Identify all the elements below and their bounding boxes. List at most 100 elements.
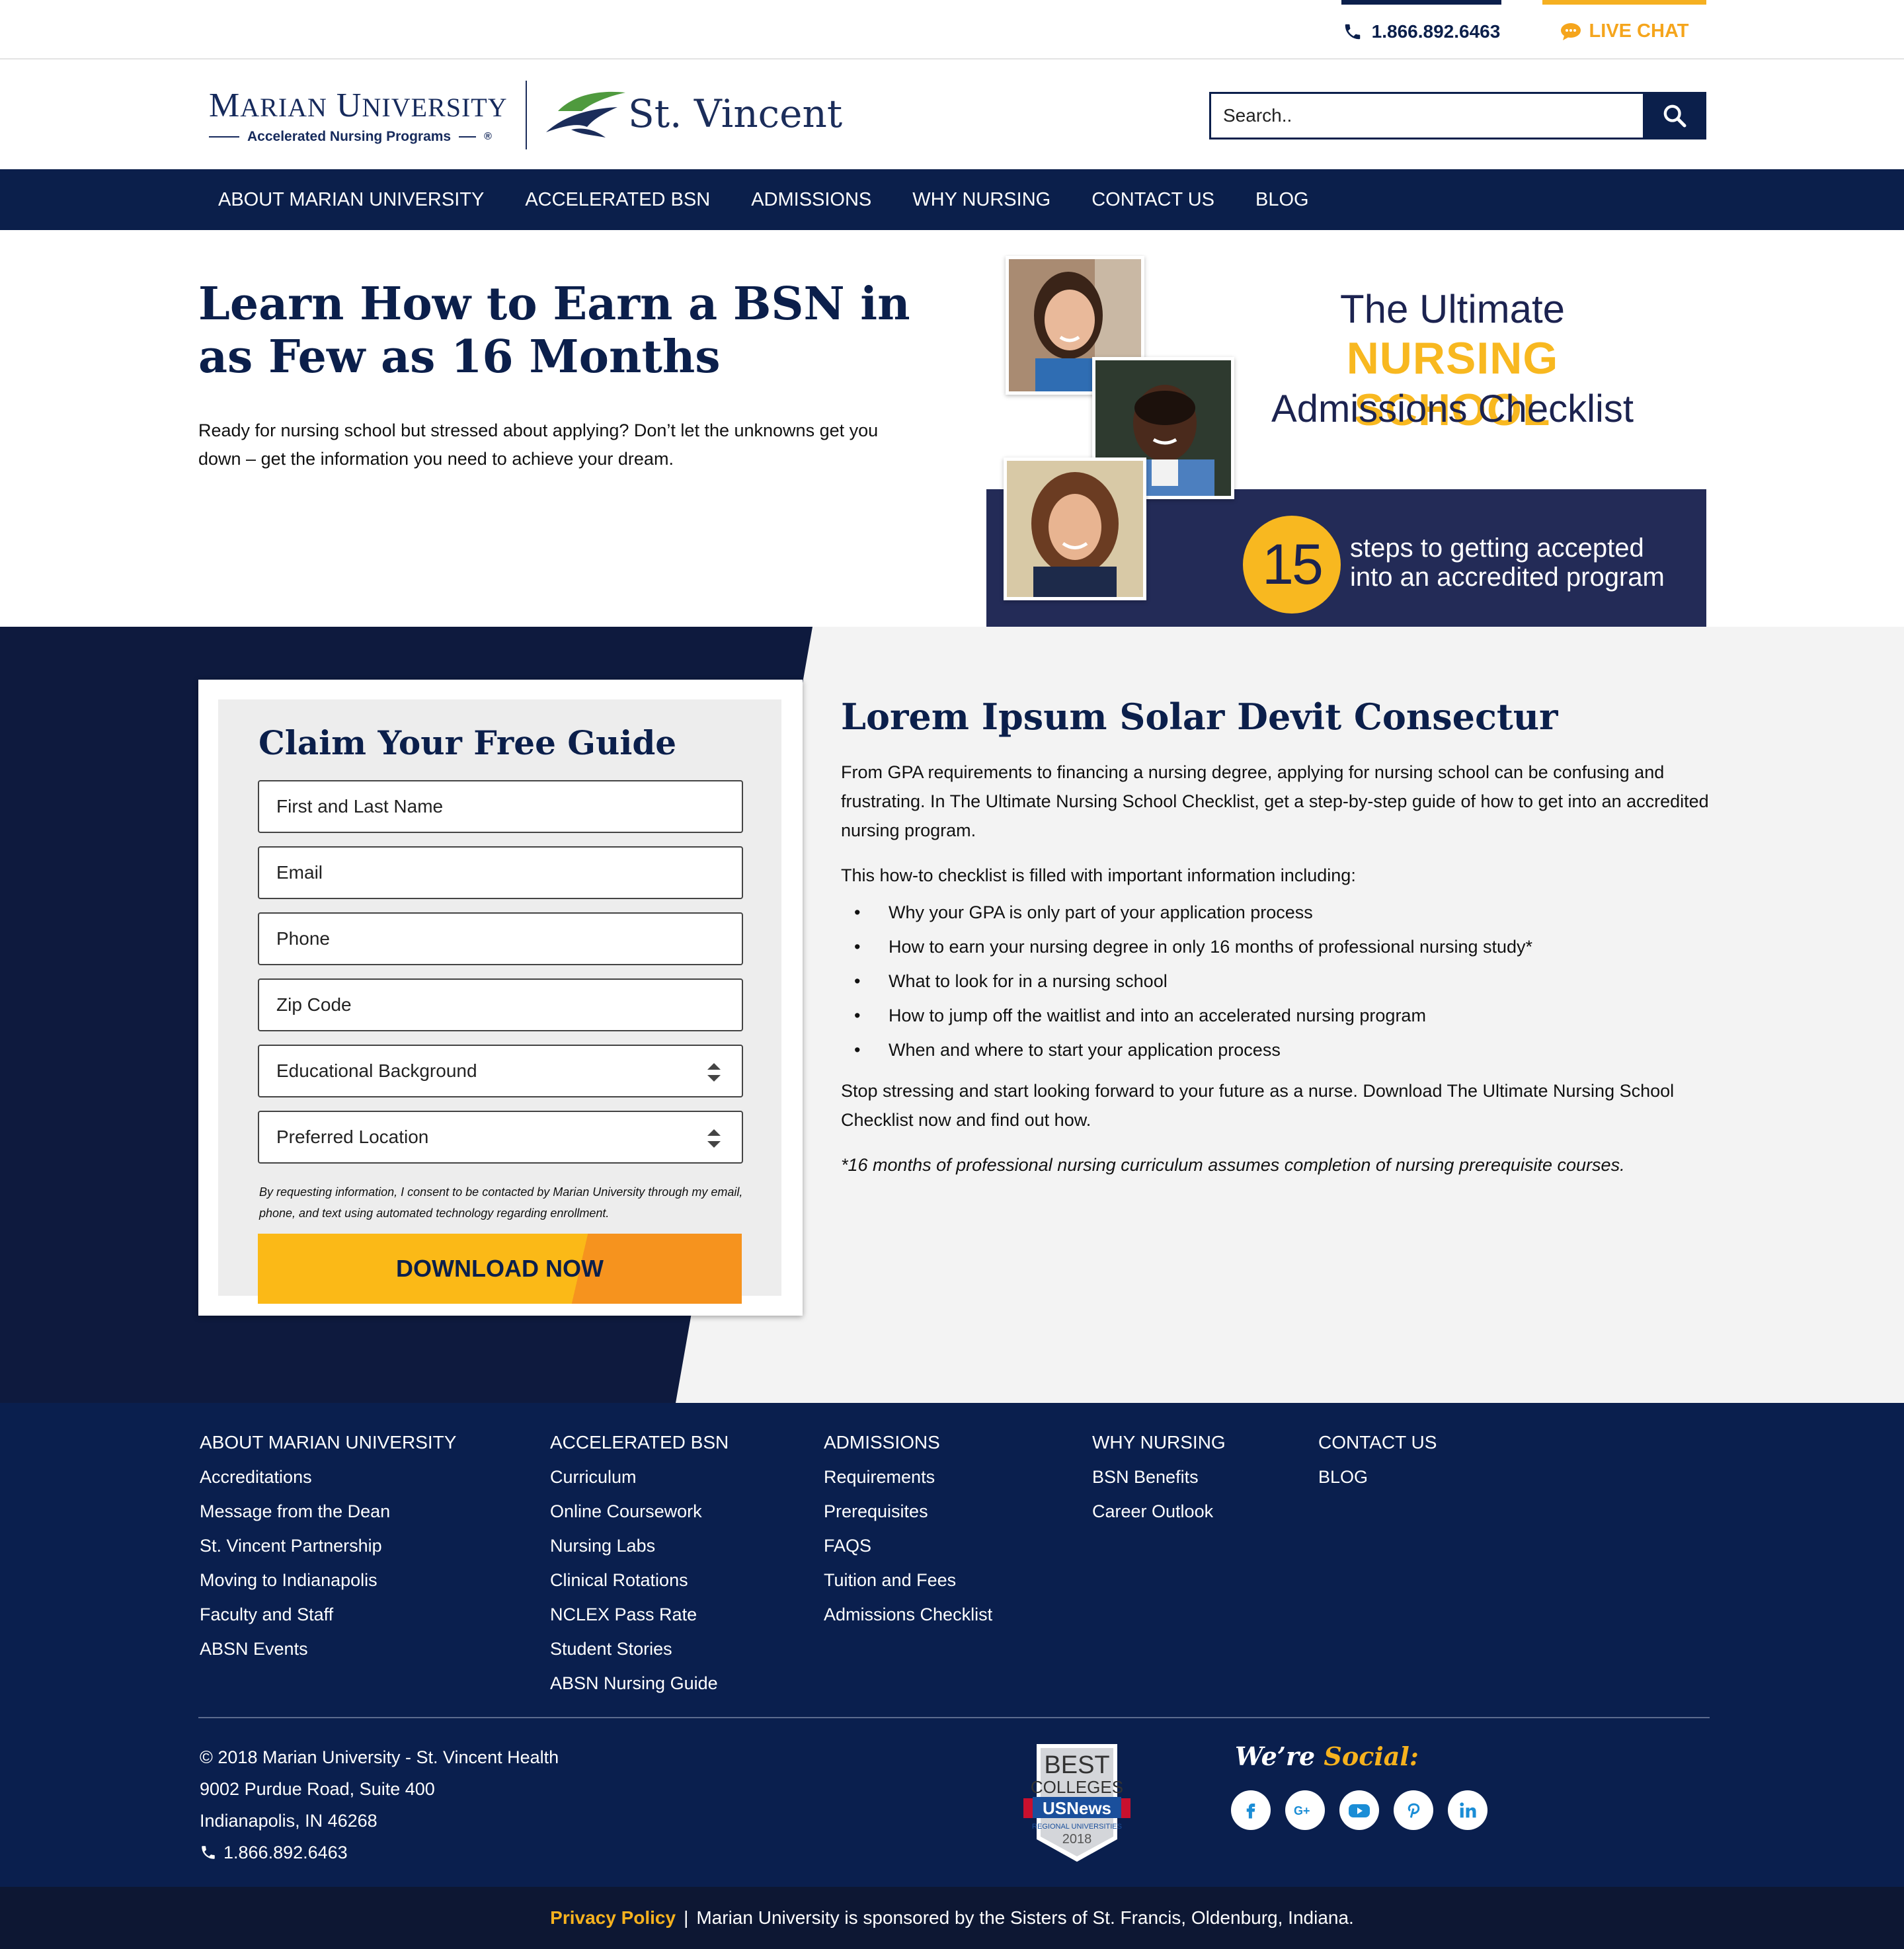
footer-link[interactable]: ABSN Nursing Guide — [550, 1671, 729, 1695]
live-chat-button[interactable]: LIVE CHAT — [1542, 0, 1706, 58]
footer-link[interactable]: Tuition and Fees — [824, 1568, 992, 1592]
footer-heading[interactable]: WHY NURSING — [1092, 1431, 1226, 1454]
search-button[interactable] — [1643, 92, 1706, 139]
address-line-2: Indianapolis, IN 46268 — [200, 1811, 377, 1831]
list-item: How to earn your nursing degree in only … — [841, 930, 1714, 964]
name-field[interactable]: First and Last Name — [258, 780, 743, 833]
logo-marian-subtitle: Accelerated Nursing Programs ® — [209, 129, 505, 145]
badge-best-text: BEST — [1044, 1751, 1109, 1779]
list-item: When and where to start your application… — [841, 1033, 1714, 1067]
footer-link[interactable]: ABSN Events — [200, 1637, 456, 1661]
preferred-location-value: Preferred Location — [276, 1127, 429, 1147]
guide-form-card: Claim Your Free Guide First and Last Nam… — [198, 680, 803, 1316]
logo-divider — [526, 81, 527, 149]
footer-heading[interactable]: ADMISSIONS — [824, 1431, 992, 1454]
checklist-bullets: Why your GPA is only part of your applic… — [841, 895, 1714, 1067]
svg-text:G+: G+ — [1294, 1804, 1310, 1817]
nav-contact-us[interactable]: CONTACT US — [1091, 189, 1214, 211]
guide-section: Claim Your Free Guide First and Last Nam… — [0, 627, 1904, 1403]
footer-col-why-nursing: WHY NURSING BSN Benefits Career Outlook — [1092, 1431, 1226, 1534]
site-header: MARIAN UNIVERSITY Accelerated Nursing Pr… — [0, 61, 1904, 169]
social-prefix: We’re — [1235, 1741, 1316, 1771]
banner-number-circle: 15 — [1243, 516, 1341, 614]
nav-accelerated-bsn[interactable]: ACCELERATED BSN — [525, 189, 710, 211]
zip-code-field[interactable]: Zip Code — [258, 978, 743, 1031]
google-plus-icon[interactable]: G+ — [1285, 1790, 1325, 1830]
footer-phone-number: 1.866.892.6463 — [223, 1843, 348, 1862]
hero-title: Learn How to Earn a BSN in as Few as 16 … — [198, 278, 910, 383]
banner-steps-text: steps to getting accepted into an accred… — [1350, 534, 1665, 592]
footer-link[interactable]: NCLEX Pass Rate — [550, 1603, 729, 1626]
search-icon — [1663, 104, 1686, 128]
consent-text: By requesting information, I consent to … — [259, 1185, 743, 1220]
footer-heading[interactable]: CONTACT US — [1318, 1431, 1437, 1454]
footer-link[interactable]: Student Stories — [550, 1637, 729, 1661]
footer-link[interactable]: Prerequisites — [824, 1499, 992, 1523]
nav-why-nursing[interactable]: WHY NURSING — [912, 189, 1051, 211]
search-input[interactable] — [1209, 92, 1643, 139]
facebook-icon[interactable] — [1231, 1790, 1271, 1830]
footer-heading[interactable]: ABOUT MARIAN UNIVERSITY — [200, 1431, 456, 1454]
list-item: Why your GPA is only part of your applic… — [841, 895, 1714, 930]
logo-st-vincent-text: St. Vincent — [628, 91, 843, 136]
copyright: © 2018 Marian University - St. Vincent H… — [200, 1747, 559, 1767]
nav-admissions[interactable]: ADMISSIONS — [751, 189, 871, 211]
guide-description: Lorem Ipsum Solar Devit Consectur From G… — [841, 680, 1714, 1195]
footer-link[interactable]: Moving to Indianapolis — [200, 1568, 456, 1592]
preferred-location-select[interactable]: Preferred Location — [258, 1111, 743, 1164]
footer-link[interactable]: FAQS — [824, 1534, 992, 1558]
footer-link[interactable]: St. Vincent Partnership — [200, 1534, 456, 1558]
footer-col-accelerated-bsn: ACCELERATED BSN Curriculum Online Course… — [550, 1431, 729, 1706]
linkedin-icon[interactable] — [1448, 1790, 1488, 1830]
form-title: Claim Your Free Guide — [258, 723, 677, 762]
footer-link[interactable]: Message from the Dean — [200, 1499, 456, 1523]
badge-colleges-text: COLLEGES — [1031, 1777, 1123, 1797]
main-nav: ABOUT MARIAN UNIVERSITY ACCELERATED BSN … — [0, 169, 1904, 230]
phone-field[interactable]: Phone — [258, 912, 743, 965]
address-line-1: 9002 Purdue Road, Suite 400 — [200, 1779, 435, 1799]
footer-col-admissions: ADMISSIONS Requirements Prerequisites FA… — [824, 1431, 992, 1637]
footer-link[interactable]: Online Coursework — [550, 1499, 729, 1523]
footer-link[interactable]: Nursing Labs — [550, 1534, 729, 1558]
footer-col-about: ABOUT MARIAN UNIVERSITY Accreditations M… — [200, 1431, 456, 1671]
footer-link[interactable]: Career Outlook — [1092, 1499, 1226, 1523]
footer-heading[interactable]: ACCELERATED BSN — [550, 1431, 729, 1454]
footer-link[interactable]: Faculty and Staff — [200, 1603, 456, 1626]
pinterest-icon[interactable] — [1394, 1790, 1433, 1830]
youtube-icon[interactable] — [1339, 1790, 1379, 1830]
footer-link[interactable]: Clinical Rotations — [550, 1568, 729, 1592]
badge-year-text: 2018 — [1062, 1832, 1092, 1847]
content-paragraph-3: Stop stressing and start looking forward… — [841, 1081, 1675, 1130]
guide-form: Claim Your Free Guide First and Last Nam… — [218, 699, 781, 1304]
st-vincent-logo[interactable]: St. Vincent — [545, 89, 842, 141]
footer-link[interactable]: BSN Benefits — [1092, 1465, 1226, 1489]
nav-blog[interactable]: BLOG — [1255, 189, 1309, 211]
content-paragraph-1: From GPA requirements to financing a nur… — [841, 762, 1709, 840]
email-field[interactable]: Email — [258, 846, 743, 899]
footer-phone[interactable]: 1.866.892.6463 — [200, 1837, 559, 1868]
legal-separator: | — [684, 1907, 689, 1928]
footer-link[interactable]: Curriculum — [550, 1465, 729, 1489]
hero-text: Ready for nursing school but stressed ab… — [198, 420, 879, 469]
download-now-button[interactable]: DOWNLOAD NOW — [258, 1234, 742, 1304]
footer-link[interactable]: Requirements — [824, 1465, 992, 1489]
footer-link[interactable]: Admissions Checklist — [824, 1603, 992, 1626]
checklist-banner: The Ultimate NURSING SCHOOL Admissions C… — [986, 255, 1706, 627]
phone-link[interactable]: 1.866.892.6463 — [1341, 0, 1501, 58]
select-arrows-icon — [707, 1063, 721, 1082]
search-form — [1209, 92, 1706, 139]
nav-about[interactable]: ABOUT MARIAN UNIVERSITY — [218, 189, 484, 211]
banner-title-line1: The Ultimate — [1339, 287, 1566, 331]
nurse-photo-3 — [1004, 457, 1146, 600]
footer-link[interactable]: BLOG — [1318, 1465, 1437, 1489]
educational-background-select[interactable]: Educational Background — [258, 1045, 743, 1097]
privacy-policy-link[interactable]: Privacy Policy — [550, 1907, 676, 1929]
social-heading: We’re Social: — [1235, 1741, 1419, 1771]
badge-usnews-text: USNews — [1043, 1798, 1111, 1818]
list-item: How to jump off the waitlist and into an… — [841, 998, 1714, 1033]
phone-icon — [202, 1846, 215, 1859]
footer-col-contact: CONTACT US BLOG — [1318, 1431, 1437, 1499]
list-item: What to look for in a nursing school — [841, 964, 1714, 998]
marian-university-logo[interactable]: MARIAN UNIVERSITY Accelerated Nursing Pr… — [209, 89, 507, 145]
footer-link[interactable]: Accreditations — [200, 1465, 456, 1489]
